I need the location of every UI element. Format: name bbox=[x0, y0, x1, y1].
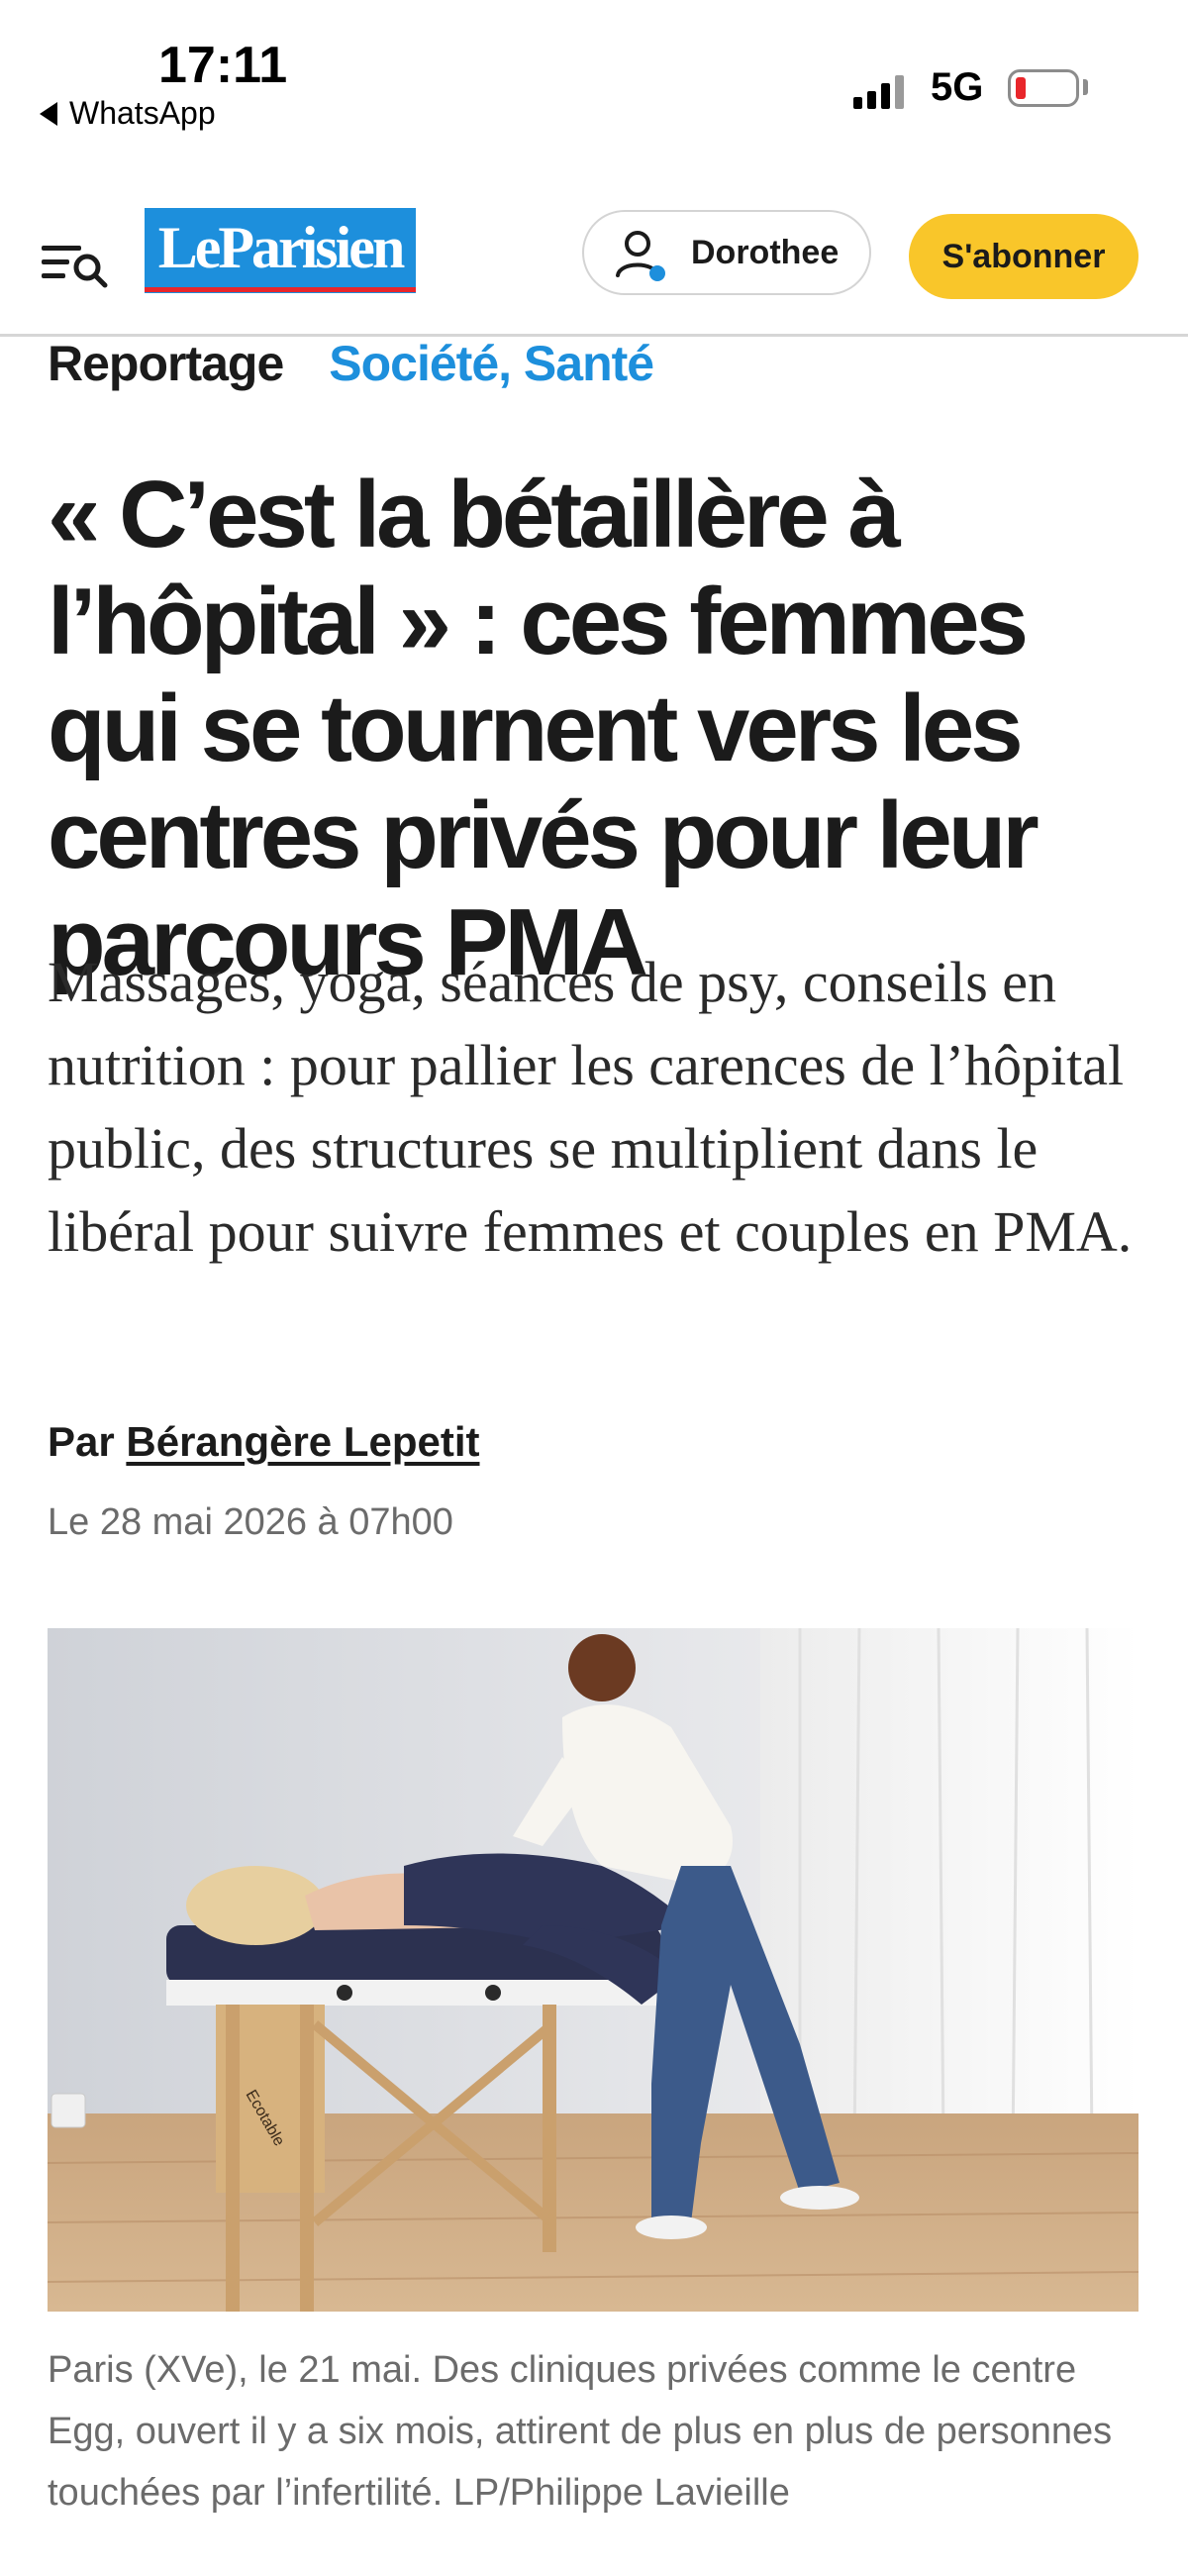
article-byline: Par Bérangère Lepetit bbox=[48, 1418, 480, 1466]
subscribe-button[interactable]: S'abonner bbox=[909, 214, 1138, 299]
status-bar: 17:11 WhatsApp 5G bbox=[0, 0, 1188, 168]
menu-search-icon[interactable] bbox=[40, 236, 109, 295]
battery-tip bbox=[1083, 79, 1088, 95]
back-arrow-icon bbox=[40, 101, 57, 126]
status-time: 17:11 bbox=[158, 37, 288, 94]
site-header: LeParisien Dorothee S'abonner bbox=[0, 198, 1188, 337]
user-icon bbox=[616, 231, 665, 281]
article-photo[interactable]: Ecotable bbox=[48, 1628, 1138, 2312]
author-link[interactable]: Bérangère Lepetit bbox=[126, 1418, 479, 1465]
photo-caption: Paris (XVe), le 21 mai. Des cliniques pr… bbox=[48, 2349, 1113, 2514]
battery-icon bbox=[1008, 69, 1079, 107]
logo-underline bbox=[145, 287, 416, 292]
article-type-label: Reportage bbox=[48, 336, 284, 391]
le-parisien-logo[interactable]: LeParisien bbox=[145, 208, 416, 293]
user-name: Dorothee bbox=[691, 234, 840, 271]
back-app-label: WhatsApp bbox=[69, 95, 216, 131]
article-headline: « C’est la bétaillère à l’hôpital » : ce… bbox=[48, 462, 1040, 995]
publish-date: Le 28 mai 2026 à 07h00 bbox=[48, 1501, 453, 1543]
back-to-app-link[interactable]: WhatsApp bbox=[40, 95, 216, 132]
article-kicker: Reportage Société, Santé bbox=[48, 335, 654, 392]
article-category-link[interactable]: Société, Santé bbox=[329, 335, 654, 392]
cellular-signal-icon bbox=[853, 73, 904, 109]
network-type: 5G bbox=[931, 65, 984, 109]
article-lede: Massages, yoga, séances de psy, conseils… bbox=[48, 950, 1133, 1264]
byline-prefix: Par bbox=[48, 1418, 115, 1465]
user-account-button[interactable]: Dorothee bbox=[582, 210, 871, 295]
